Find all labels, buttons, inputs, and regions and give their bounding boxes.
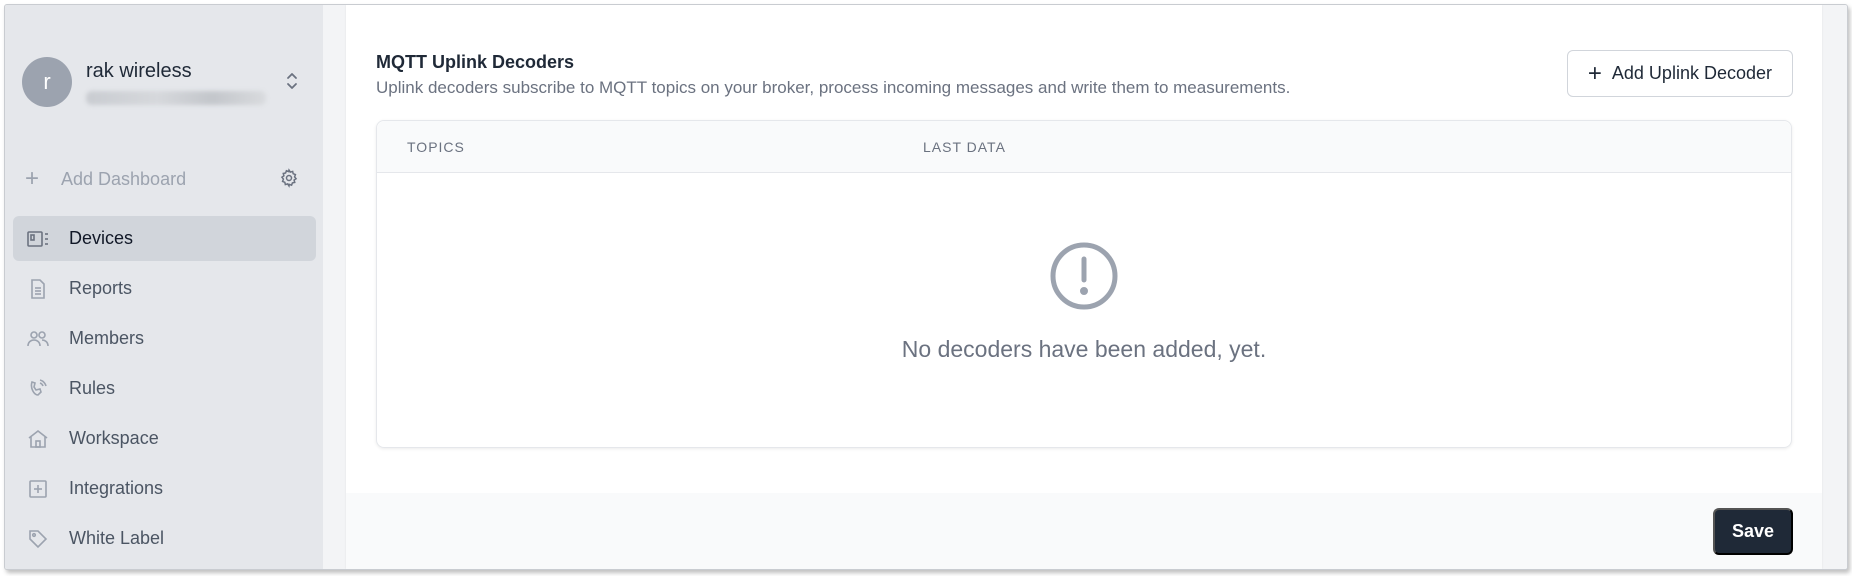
sidebar-item-workspace[interactable]: Workspace [13, 416, 316, 461]
sidebar-item-label: White Label [69, 528, 165, 548]
plus-icon: + [25, 165, 40, 192]
plus-icon: + [1587, 59, 1602, 87]
sidebar-item-devices[interactable]: Devices [13, 216, 316, 261]
rules-icon [27, 378, 49, 400]
account-name: rak wireless [86, 59, 192, 82]
sidebar-item-rules[interactable]: Rules [13, 366, 316, 411]
avatar: r [22, 57, 72, 107]
sidebar: r rak wireless + Add Dashboard Devices R… [5, 5, 323, 569]
page-subtitle: Uplink decoders subscribe to MQTT topics… [376, 78, 1291, 97]
decoders-panel: MQTT Uplink Decoders Uplink decoders sub… [346, 5, 1822, 569]
add-uplink-decoder-label: Add Uplink Decoder [1611, 63, 1772, 83]
add-dashboard-label: Add Dashboard [61, 168, 187, 189]
sidebar-item-members[interactable]: Members [13, 316, 316, 361]
members-icon [27, 328, 49, 350]
page-title: MQTT Uplink Decoders [376, 52, 575, 72]
sidebar-item-label: Reports [69, 278, 133, 298]
exclamation-circle-icon [1049, 241, 1119, 316]
gear-icon[interactable] [279, 168, 299, 193]
account-info: rak wireless [86, 60, 266, 105]
account-switcher[interactable]: r rak wireless [22, 52, 307, 112]
sidebar-nav: Devices Reports Members Rules Workspace … [13, 216, 316, 566]
add-uplink-decoder-button[interactable]: + Add Uplink Decoder [1566, 50, 1793, 97]
account-email-redacted [86, 90, 266, 105]
column-header-last-data: LAST DATA [923, 139, 1006, 155]
app-window: r rak wireless + Add Dashboard Devices R… [4, 4, 1848, 570]
workspace-icon [27, 428, 49, 450]
sidebar-item-label: Members [69, 328, 145, 348]
empty-state: No decoders have been added, yet. [377, 241, 1791, 363]
table-header: TOPICS LAST DATA [377, 121, 1791, 173]
sidebar-item-label: Workspace [69, 428, 159, 448]
empty-message: No decoders have been added, yet. [901, 336, 1267, 362]
panel-footer: Save [346, 493, 1822, 569]
report-icon [27, 278, 49, 300]
decoders-table: TOPICS LAST DATA No decoders have been a… [376, 120, 1792, 448]
save-button[interactable]: Save [1713, 508, 1793, 555]
sidebar-item-white-label[interactable]: White Label [13, 516, 316, 561]
integrations-icon [27, 478, 49, 500]
devices-icon [27, 228, 49, 250]
add-dashboard-button[interactable]: + Add Dashboard [25, 165, 307, 193]
chevron-up-down-icon[interactable] [285, 70, 299, 93]
sidebar-item-label: Rules [69, 378, 116, 398]
scrollbar-track[interactable] [1825, 5, 1847, 569]
column-header-topics: TOPICS [407, 139, 465, 155]
sidebar-item-label: Devices [69, 228, 134, 248]
tag-icon [27, 528, 49, 550]
sidebar-item-integrations[interactable]: Integrations [13, 466, 316, 511]
sidebar-item-label: Integrations [69, 478, 164, 498]
sidebar-item-reports[interactable]: Reports [13, 266, 316, 311]
